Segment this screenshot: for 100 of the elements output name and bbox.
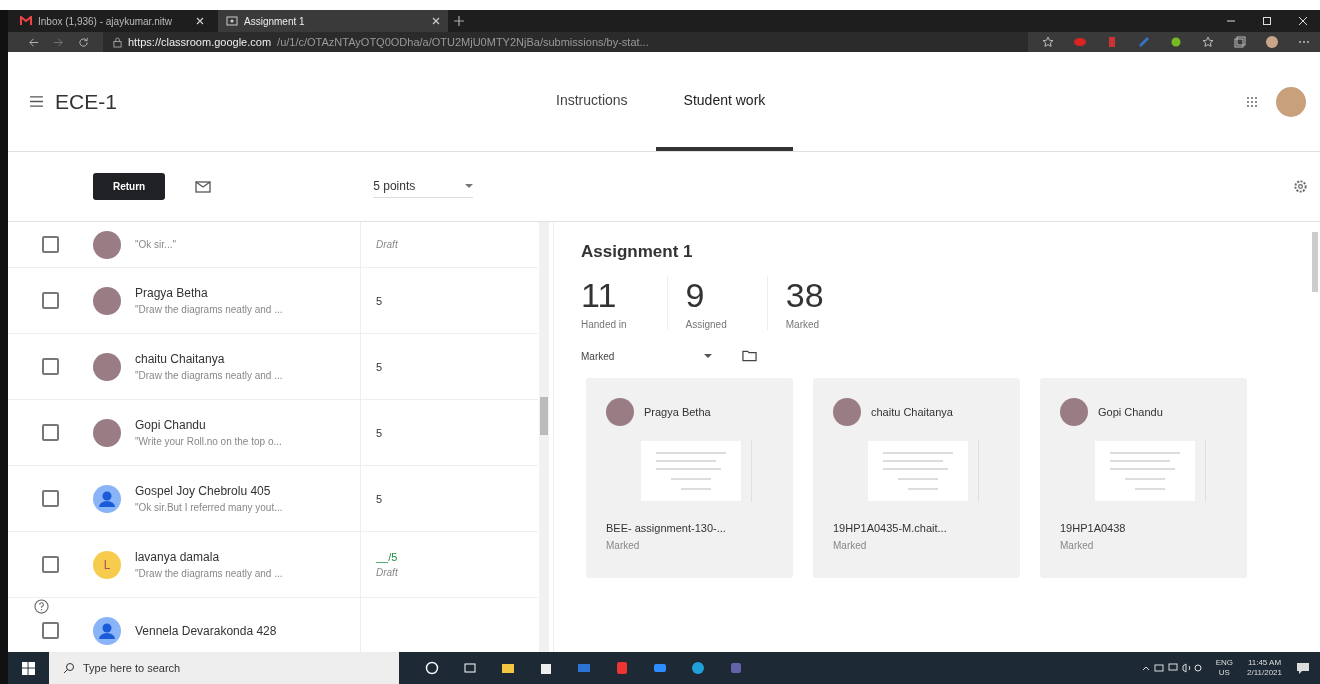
student-name: lavanya damala — [135, 550, 221, 564]
status-text: Marked — [833, 540, 868, 551]
back-icon[interactable] — [28, 36, 39, 48]
address-field[interactable]: https://classroom.google.com /u/1/c/OTAzNTAyOTQ0ODha/a/OTU2MjU0MTY2NjBa/submissions/by-stat... — [103, 32, 1028, 52]
checkbox[interactable] — [42, 236, 59, 253]
date-text[interactable]: 2/11/2021 — [1247, 668, 1282, 678]
comment-text: "Write your Roll.no on the top o... — [135, 436, 283, 447]
student-name: Gospel Joy Chebrolu 405 — [135, 484, 272, 498]
student-name: chaitu Chaitanya — [135, 352, 226, 366]
checkbox[interactable] — [42, 622, 59, 639]
grade-text[interactable]: 5 — [376, 426, 383, 439]
app-icon[interactable] — [615, 661, 629, 675]
comment-text: "Ok sir.But I referred many yout... — [135, 502, 284, 513]
comment-text: "Draw the diagrams neatly and ... — [135, 370, 284, 381]
photo-placeholder — [606, 398, 634, 426]
time-text[interactable]: 11:45 AM — [1247, 658, 1282, 668]
grade-text[interactable]: __/5 — [376, 551, 398, 563]
pen-icon[interactable] — [1138, 36, 1150, 48]
checkbox[interactable] — [42, 490, 59, 507]
photo-placeholder — [93, 286, 121, 315]
refresh-icon[interactable] — [78, 36, 89, 48]
checkbox[interactable] — [42, 556, 59, 573]
status-text: Draft — [376, 239, 398, 250]
stat-label: Assigned — [685, 319, 727, 330]
notification-icon[interactable] — [1296, 661, 1310, 675]
scrollbar[interactable] — [1312, 232, 1318, 292]
checkbox[interactable] — [42, 358, 59, 375]
points-dropdown[interactable]: 5 points — [373, 175, 474, 198]
student-name: Gopi Chandu — [1098, 406, 1163, 418]
cortana-icon[interactable] — [425, 661, 439, 675]
page-tab[interactable]: Student work — [655, 52, 794, 151]
file-name: 19HP1A0438 — [1060, 522, 1127, 534]
photo-placeholder — [93, 352, 121, 381]
student-name: Pragya Betha — [135, 286, 209, 300]
status-text: Draft — [376, 567, 398, 578]
status-text: Marked — [606, 540, 641, 551]
stat-value: 9 — [685, 276, 706, 315]
browser-tab[interactable]: Assignment 1 — [218, 10, 448, 32]
class-title: ECE-1 — [55, 89, 117, 114]
menu-icon[interactable] — [30, 96, 43, 107]
submission-card[interactable]: Gopi Chandu 19HP1A0438 Marked — [1040, 378, 1247, 578]
letter-avatar: L — [93, 550, 121, 579]
search-icon — [63, 662, 75, 674]
photo-placeholder — [93, 418, 121, 447]
windows-icon[interactable] — [22, 661, 35, 675]
lock-icon — [113, 36, 122, 48]
student-name: Vennela Devarakonda 428 — [135, 623, 278, 638]
favorites-icon[interactable] — [1202, 36, 1214, 48]
settings-icon[interactable] — [1293, 179, 1308, 194]
checkbox[interactable] — [42, 292, 59, 309]
grade-text[interactable]: 5 — [376, 360, 383, 373]
student-name: Gopi Chandu — [135, 418, 207, 432]
submission-card[interactable]: chaitu Chaitanya 19HP1A0435-M.chait... Marked — [813, 378, 1020, 578]
caret-icon — [704, 354, 713, 358]
folder-icon[interactable] — [742, 350, 758, 362]
star-icon[interactable] — [1042, 36, 1054, 48]
comment-text: "Ok sir..." — [135, 239, 177, 250]
file-name: BEE- assignment-130-... — [606, 522, 727, 534]
close-icon[interactable] — [196, 17, 204, 25]
grade-text[interactable]: 5 — [376, 294, 383, 307]
page-tab[interactable]: Instructions — [528, 52, 656, 151]
close-icon[interactable] — [432, 17, 440, 25]
person-avatar — [93, 484, 121, 513]
stat-label: Handed in — [581, 319, 627, 330]
folder-icon[interactable] — [501, 661, 515, 675]
filter-dropdown[interactable]: Marked — [581, 350, 713, 362]
stat-label: Marked — [785, 319, 821, 330]
submission-card[interactable]: Pragya Betha BEE- assignment-130-... Marked — [586, 378, 793, 578]
tray-icons-drawing[interactable] — [1141, 662, 1202, 674]
grade-text[interactable]: 5 — [376, 492, 383, 505]
profile-avatar[interactable] — [1266, 36, 1278, 48]
browser-tab[interactable]: Inbox (1,936) - ajaykumar.nitw — [12, 10, 212, 32]
close-icon[interactable] — [1298, 16, 1308, 26]
apps-grid-icon[interactable] — [1246, 95, 1258, 108]
student-name: Pragya Betha — [644, 406, 711, 418]
caret-icon — [465, 184, 474, 188]
collections-icon[interactable] — [1234, 36, 1246, 48]
photo-placeholder — [1060, 398, 1088, 426]
comment-text: "Draw the diagrams neatly and ... — [135, 304, 284, 315]
help-icon[interactable] — [34, 599, 49, 614]
status-text: Marked — [1060, 540, 1095, 551]
stat-value: 38 — [785, 276, 824, 315]
stat-value: 11 — [581, 276, 618, 315]
comment-text: "Draw the diagrams neatly and ... — [135, 568, 284, 579]
student-name: chaitu Chaitanya — [871, 406, 953, 418]
person-avatar — [93, 616, 121, 645]
maximize-icon[interactable] — [1262, 16, 1272, 26]
language-text[interactable]: ENG — [1215, 658, 1233, 668]
checkbox[interactable] — [42, 424, 59, 441]
return-button[interactable]: Return — [93, 173, 166, 200]
region-text[interactable]: US — [1218, 668, 1230, 678]
more-icon[interactable] — [1298, 40, 1310, 44]
search-field[interactable]: Type here to search — [49, 652, 399, 684]
assignment-title: Assignment 1 — [581, 242, 694, 262]
new-tab-icon[interactable] — [454, 16, 464, 26]
task-view-icon[interactable] — [463, 661, 477, 675]
file-name: 19HP1A0435-M.chait... — [833, 522, 948, 534]
scrollbar[interactable] — [539, 222, 549, 652]
photo-placeholder — [93, 230, 121, 259]
photo-placeholder — [833, 398, 861, 426]
